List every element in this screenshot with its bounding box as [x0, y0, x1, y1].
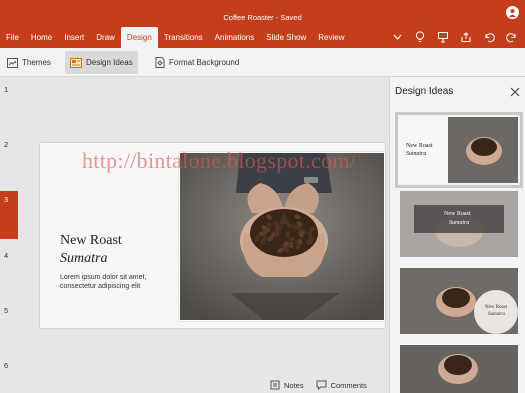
status-bar: Notes Comments — [270, 380, 367, 390]
share-icon[interactable] — [459, 30, 473, 44]
format-background-icon — [155, 57, 165, 68]
slide-number-3[interactable]: 3 — [0, 191, 18, 239]
idea-photo — [400, 345, 518, 393]
ribbon-tabs: File Home Insert Draw Design Transitions… — [0, 27, 351, 48]
tab-home[interactable]: Home — [25, 27, 58, 48]
lightbulb-icon[interactable] — [413, 30, 427, 44]
design-ideas-button[interactable]: Design Ideas — [65, 51, 138, 74]
design-ideas-icon — [70, 57, 82, 68]
person-icon — [509, 9, 516, 17]
slide-number-4[interactable]: 4 — [0, 251, 18, 299]
design-command-bar: Themes Design Ideas Format Background — [0, 48, 525, 77]
notes-button[interactable]: Notes — [270, 380, 304, 390]
idea-title: New Roast — [485, 305, 508, 310]
comments-button[interactable]: Comments — [316, 380, 367, 390]
slide-number-5[interactable]: 5 — [0, 306, 18, 354]
tab-design[interactable]: Design — [120, 27, 158, 48]
tab-draw[interactable]: Draw — [90, 27, 121, 48]
powerpoint-window: Coffee Roaster - Saved File Home Insert … — [0, 0, 525, 393]
themes-label: Themes — [22, 58, 51, 67]
themes-button[interactable]: Themes — [2, 51, 56, 74]
design-ideas-pane: Design Ideas New Roast Sumatra New Roast… — [389, 77, 525, 393]
design-idea-3[interactable]: New Roast Sumatra — [400, 268, 518, 334]
idea-title: New Roast — [444, 211, 471, 217]
present-icon[interactable] — [436, 30, 450, 44]
tab-animations[interactable]: Animations — [209, 27, 261, 48]
ribbon-right-icons — [390, 30, 519, 44]
design-idea-1[interactable]: New Roast Sumatra — [395, 112, 523, 188]
idea-subtitle: Sumatra — [449, 220, 470, 226]
design-ideas-label: Design Ideas — [86, 58, 133, 67]
undo-icon[interactable] — [482, 30, 496, 44]
account-avatar[interactable] — [506, 6, 519, 19]
slide-number-6[interactable]: 6 — [0, 361, 18, 393]
coffee-bean — [288, 236, 296, 242]
tab-review[interactable]: Review — [312, 27, 350, 48]
watermark-text: http://bintalone.blogspot.com/ — [82, 148, 357, 173]
idea-subtitle: Sumatra — [406, 151, 427, 157]
design-idea-4[interactable] — [400, 345, 518, 393]
document-title: Coffee Roaster - Saved — [223, 13, 302, 22]
tab-slide-show[interactable]: Slide Show — [260, 27, 312, 48]
close-icon[interactable] — [509, 86, 521, 98]
slide-title[interactable]: New Roast — [60, 233, 122, 249]
slide-subtitle[interactable]: Sumatra — [60, 251, 107, 267]
format-background-button[interactable]: Format Background — [150, 51, 244, 74]
idea-subtitle: Sumatra — [488, 312, 505, 317]
comments-label: Comments — [330, 380, 367, 390]
design-idea-2[interactable]: New Roast Sumatra — [400, 191, 518, 257]
coffee-beans-photo[interactable] — [179, 152, 385, 321]
notes-label: Notes — [284, 380, 304, 390]
redo-icon[interactable] — [505, 30, 519, 44]
tab-transitions[interactable]: Transitions — [158, 27, 209, 48]
chevron-down-icon[interactable] — [390, 30, 404, 44]
tab-insert[interactable]: Insert — [58, 27, 90, 48]
themes-icon — [7, 57, 18, 68]
format-background-label: Format Background — [169, 58, 240, 67]
slide-number-2[interactable]: 2 — [0, 140, 18, 188]
idea-title: New Roast — [406, 143, 433, 149]
slide-body-text[interactable]: Lorem ipsum dolor sit amet, consectetur … — [60, 273, 178, 291]
tab-file[interactable]: File — [0, 27, 25, 48]
comment-icon — [316, 380, 327, 390]
slide-thumbnail-rail: 1 2 3 4 5 6 — [0, 77, 18, 393]
pane-title: Design Ideas — [395, 86, 454, 97]
slide-number-1[interactable]: 1 — [0, 85, 18, 133]
idea-photo — [448, 117, 518, 183]
title-bar: Coffee Roaster - Saved File Home Insert … — [0, 0, 525, 48]
idea-photo — [400, 268, 518, 334]
notes-icon — [270, 380, 280, 390]
